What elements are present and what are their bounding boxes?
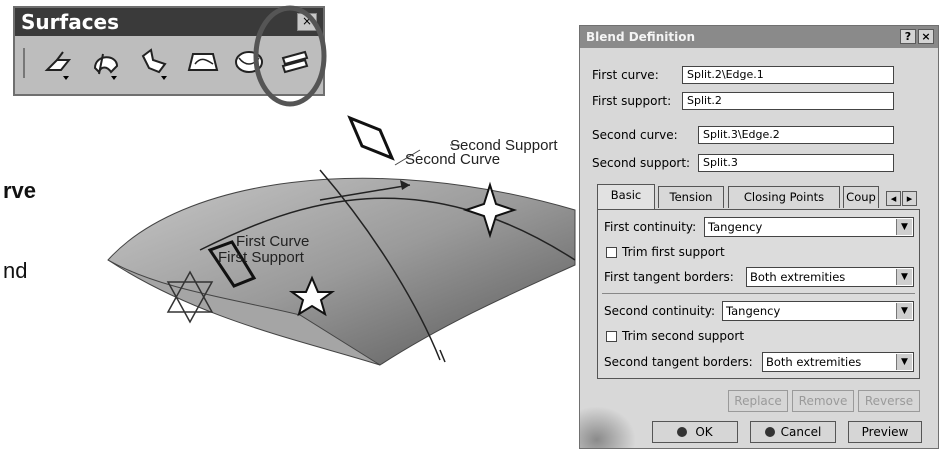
chevron-down-icon[interactable]: ▼: [896, 354, 912, 370]
second-curve-label: Second curve:: [592, 128, 678, 142]
second-tangent-borders-label: Second tangent borders:: [604, 355, 753, 369]
first-support-field[interactable]: Split.2: [682, 92, 894, 110]
first-continuity-value: Tangency: [708, 220, 763, 234]
second-support-field[interactable]: Split.3: [698, 154, 894, 172]
second-continuity-label: Second continuity:: [604, 304, 716, 318]
trim-second-support-checkbox[interactable]: [606, 331, 617, 342]
first-continuity-select[interactable]: Tangency ▼: [704, 217, 914, 237]
ok-label: OK: [695, 425, 713, 439]
ok-icon: [677, 427, 688, 437]
second-curve-field[interactable]: Split.3\Edge.2: [698, 126, 894, 144]
cancel-label: Cancel: [780, 425, 822, 439]
tab-basic[interactable]: Basic: [597, 184, 655, 210]
trim-second-support-label: Trim second support: [622, 329, 745, 343]
toolbar-grip[interactable]: [23, 48, 25, 78]
panel-divider: [602, 293, 915, 294]
chevron-down-icon[interactable]: ▼: [896, 303, 912, 319]
second-continuity-select[interactable]: Tangency ▼: [722, 301, 914, 321]
tab-tension[interactable]: Tension: [658, 186, 724, 208]
remove-button[interactable]: Remove: [792, 390, 854, 412]
extrude-icon[interactable]: [43, 46, 79, 82]
dialog-close-button[interactable]: ×: [918, 29, 934, 44]
first-tangent-borders-label: First tangent borders:: [604, 270, 734, 284]
basic-tab-panel: First continuity: Tangency ▼ Trim first …: [597, 209, 920, 379]
trim-first-support-checkbox[interactable]: [606, 247, 617, 258]
first-tangent-borders-value: Both extremities: [750, 270, 846, 284]
highlight-circle: [253, 5, 327, 107]
blend-definition-dialog: Blend Definition ? × First curve: Split.…: [579, 25, 939, 449]
trim-first-support-label: Trim first support: [622, 245, 725, 259]
preview-button[interactable]: Preview: [848, 421, 922, 443]
tab-closing-points[interactable]: Closing Points: [728, 186, 840, 208]
label-first-support: First Support: [218, 249, 304, 266]
label-second-curve: Second Curve: [405, 151, 501, 168]
revolve-icon[interactable]: [89, 46, 125, 82]
second-support-label: Second support:: [592, 156, 691, 170]
top-diamond: [347, 115, 395, 161]
dialog-logo-graphic: [580, 406, 636, 448]
second-tangent-borders-select[interactable]: Both extremities ▼: [762, 352, 914, 372]
reverse-button[interactable]: Reverse: [858, 390, 920, 412]
tab-scroll-right[interactable]: ▸: [902, 191, 917, 206]
first-support-label: First support:: [592, 94, 672, 108]
dialog-title: Blend Definition: [580, 26, 938, 48]
cancel-button[interactable]: Cancel: [750, 421, 836, 443]
first-continuity-label: First continuity:: [604, 220, 697, 234]
help-button[interactable]: ?: [900, 29, 916, 44]
label-first-curve: First Curve: [236, 233, 310, 250]
chevron-down-icon[interactable]: ▼: [896, 269, 912, 285]
tab-scroll-left[interactable]: ◂: [886, 191, 901, 206]
sweep-icon[interactable]: [137, 46, 173, 82]
ok-button[interactable]: OK: [652, 421, 738, 443]
tab-coupling[interactable]: Coup: [843, 186, 879, 208]
first-curve-label: First curve:: [592, 68, 659, 82]
first-curve-field[interactable]: Split.2\Edge.1: [682, 66, 894, 84]
second-tangent-borders-value: Both extremities: [766, 355, 862, 369]
cancel-icon: [764, 427, 775, 437]
second-continuity-value: Tangency: [726, 304, 781, 318]
first-tangent-borders-select[interactable]: Both extremities ▼: [746, 267, 914, 287]
chevron-down-icon[interactable]: ▼: [896, 219, 912, 235]
replace-button[interactable]: Replace: [728, 390, 788, 412]
fill-icon[interactable]: [185, 46, 221, 82]
